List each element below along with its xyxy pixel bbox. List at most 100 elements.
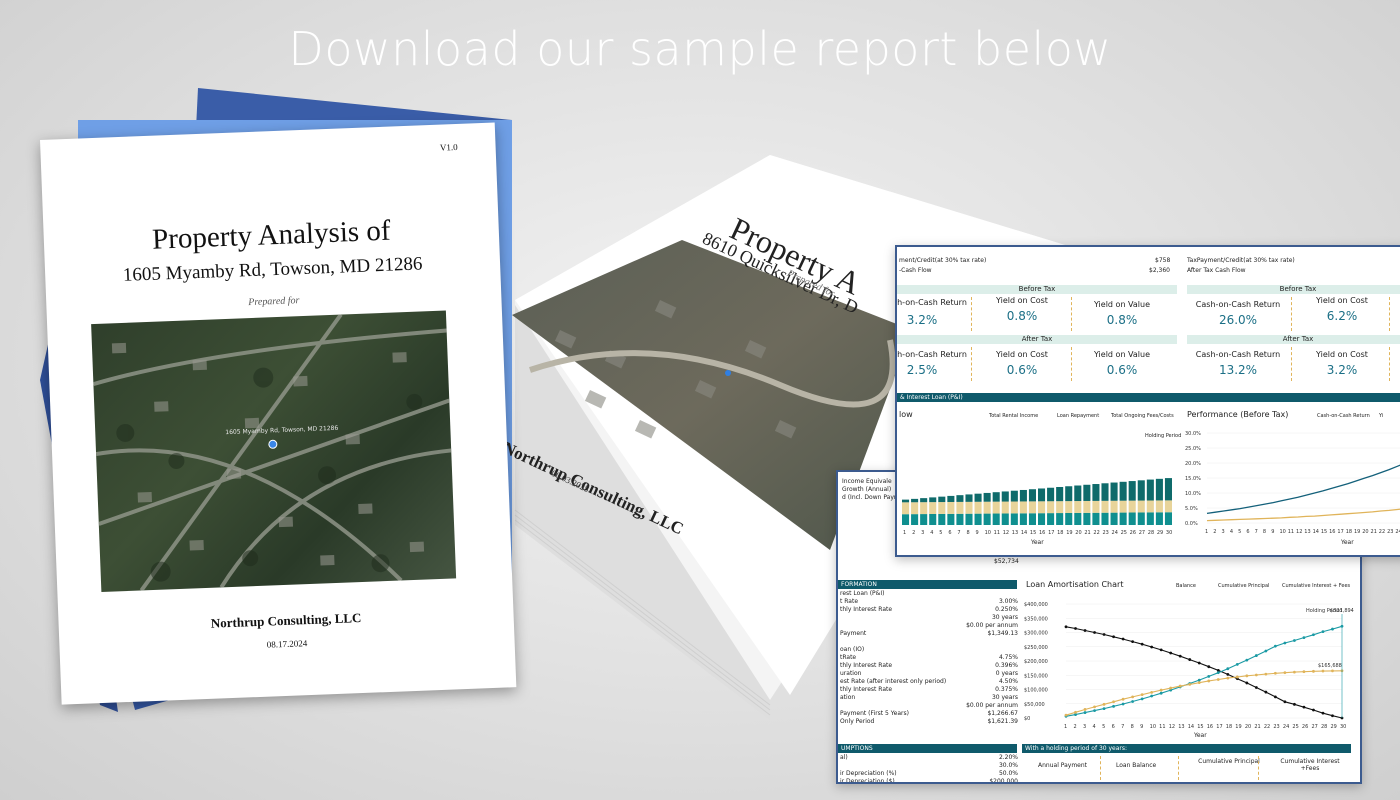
cf-x-tick: 21 [1084,530,1090,536]
cf-bar-loan [1110,500,1118,513]
info-row-label: uration [840,670,862,677]
cf-bar-income [965,494,973,502]
cover-version: V1.0 [439,141,458,153]
cf-bar-fees [1146,512,1154,525]
divider [971,347,972,381]
loan-type-bar: & Interest Loan (P&I) [897,393,1400,402]
perf-legend-yield: Yi [1379,413,1384,419]
cf-legend-rental-income: Total Rental Income [989,413,1039,419]
amort-x-tick: 26 [1302,724,1308,730]
cf-bar-income [938,496,946,503]
cf-bar-income [1056,486,1064,502]
assumptions-header: UMPTIONS [838,744,1017,753]
metric-label: Yield on Cost [996,350,1048,359]
map-pin-label: 1605 Myamby Rd, Towson, MD 21286 [225,425,338,436]
cf-bar-income [983,492,991,502]
cf-bar-loan [956,501,964,514]
cf-bar-loan [1028,501,1036,514]
amort-x-tick: 28 [1321,724,1327,730]
amort-x-tick: 14 [1188,724,1194,730]
divider [1258,756,1259,780]
cf-bar-fees [956,513,964,525]
cf-bar-loan [911,502,919,515]
amort-chart: $400,000 $350,000 $300,000 $250,000 $200,000… [1024,602,1354,730]
info-row-value: $1,349.13 [987,630,1018,637]
cf-bar-loan [1119,500,1127,513]
cf-bar-income [1137,480,1145,501]
amort-x-tick: 12 [1169,724,1175,730]
cf-bar-income [1028,489,1036,502]
cf-bar-income [956,495,964,502]
bottom-col-cum-interest: Cumulative Interest +Fees [1280,758,1340,772]
holding-period-bar: With a holding period of 30 years: [1022,744,1351,753]
cf-bar-income [1019,489,1027,502]
cf-bar-fees [1128,512,1136,525]
cf-bar-fees [1119,512,1127,525]
amort-y-tick: $0 [1024,716,1030,722]
perf-y-tick: 15.0% [1185,476,1201,482]
cf-bar-loan [920,502,928,515]
sheet-returns[interactable]: ment/Credit(at 30% tax rate) $758 -Cash … [895,245,1400,557]
cf-bar-loan [983,501,991,514]
info-row-value: $0.00 per annum [966,622,1018,629]
cf-x-tick: 10 [985,530,991,536]
info-row-value: 30 years [991,694,1018,701]
cf-bar-loan [992,501,1000,514]
cf-x-tick: 9 [976,530,979,536]
cf-bar-loan [974,501,982,514]
cf-x-tick: 30 [1166,530,1172,536]
amort-x-tick: 7 [1121,724,1124,730]
perf-x-tick: 7 [1255,529,1258,535]
amort-x-tick: 9 [1140,724,1143,730]
sheet-a-total: $52,734 [994,558,1019,565]
info-row-label: t Rate [840,598,859,605]
amort-x-tick: 6 [1112,724,1115,730]
cf-bar-fees [1155,512,1163,525]
perf-y-tick: 30.0% [1185,431,1201,437]
cf-bar-fees [1001,513,1009,525]
cf-bar-loan [1047,501,1055,514]
cf-bar-income [1010,490,1018,502]
report-cover[interactable]: V1.0 Property Analysis of 1605 Myamby Rd… [40,122,517,705]
amort-x-tick: 17 [1216,724,1222,730]
metric-label: h-on-Cash Return [897,350,967,359]
amort-x-tick: 11 [1159,724,1165,730]
perf-y-tick: 0.0% [1185,521,1198,527]
perf-x-tick: 19 [1354,529,1360,535]
cf-x-tick: 19 [1066,530,1072,536]
cf-bar-income [1092,484,1100,501]
metric-label: Cash-on-Cash Return [1195,350,1281,359]
amort-legend-interest: Cumulative Interest + Fees [1282,583,1351,589]
amort-y-tick: $350,000 [1024,616,1048,622]
perf-x-tick: 1 [1205,529,1208,535]
assumption-row-value: 50.0% [998,770,1018,777]
after-tax-cash-flow-label: After Tax Cash Flow [1187,267,1246,274]
perf-x-tick: 11 [1288,529,1294,535]
location-pin-icon [268,439,278,449]
metric-value: 0.8% [1106,313,1138,327]
cf-bar-fees [1047,513,1055,525]
sheet-a-row: Growth (Annual) [842,486,892,493]
tax-credit-label-right: TaxPayment/Credit(at 30% tax rate) [1187,257,1295,264]
cf-x-tick: 18 [1057,530,1063,536]
before-tax-band: Before Tax [897,285,1177,294]
cf-bar-income [1119,481,1127,501]
cf-x-tick: 27 [1139,530,1145,536]
bottom-col-annual-payment: Annual Payment [1038,762,1088,769]
info-row-value: $1,266.67 [987,710,1018,717]
amort-x-tick: 20 [1245,724,1251,730]
perf-x-tick: 16 [1329,529,1335,535]
tax-credit-value: $758 [1155,257,1171,264]
divider [1071,347,1072,381]
cf-bar-loan [1010,501,1018,514]
cf-bar-loan [1101,500,1109,513]
amort-y-tick: $250,000 [1024,645,1048,651]
cf-bar-income [1074,485,1082,502]
metric-value: 0.6% [1006,363,1038,377]
assumption-row-label: ir Depreciation (%) [840,770,897,777]
amort-x-tick: 13 [1178,724,1184,730]
cf-bar-fees [983,513,991,525]
info-row-label: rest Loan (P&I) [840,590,885,597]
cash-flow-chart: 1 2 3 4 5 6 7 8 9 10 11 12 13 14 15 16 17 18 19 20 21 22 23 24 2… [902,478,1172,536]
cf-x-tick: 29 [1157,530,1163,536]
